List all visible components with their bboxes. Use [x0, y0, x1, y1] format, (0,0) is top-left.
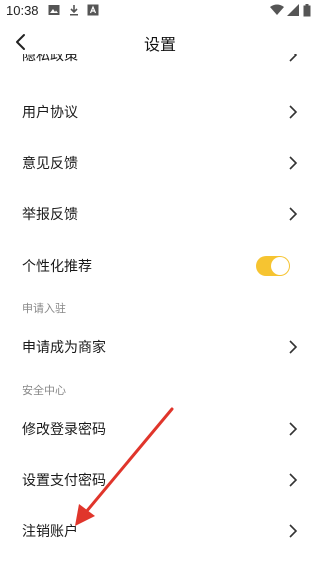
- section-header-security: 安全中心: [22, 384, 66, 397]
- settings-item-personalized: 个性化推荐: [0, 240, 320, 292]
- row-label: 设置支付密码: [22, 473, 106, 489]
- row-label: 举报反馈: [22, 207, 78, 223]
- row-label: 意见反馈: [22, 156, 78, 172]
- chevron-right-icon: [289, 340, 298, 354]
- chevron-right-icon: [289, 156, 298, 170]
- settings-item-feedback[interactable]: 意见反馈: [0, 137, 320, 189]
- wifi-icon: [270, 4, 284, 20]
- status-time: 10:38: [6, 3, 39, 18]
- chevron-right-icon: [289, 524, 298, 538]
- download-icon: [68, 4, 80, 20]
- chevron-right-icon: [289, 473, 298, 487]
- settings-item-delete-account[interactable]: 注销账户: [0, 505, 320, 557]
- status-bar: 10:38: [0, 0, 320, 22]
- section-header-merchant: 申请入驻: [22, 302, 66, 315]
- chevron-right-icon: [289, 105, 298, 119]
- row-label: 用户协议: [22, 105, 78, 121]
- settings-item-user-agreement[interactable]: 用户协议: [0, 86, 320, 138]
- list-item-partial[interactable]: 隐私政策: [0, 54, 320, 74]
- chevron-right-icon: [289, 54, 298, 62]
- settings-item-set-payment-password[interactable]: 设置支付密码: [0, 454, 320, 506]
- row-label: 隐私政策: [22, 54, 78, 64]
- settings-item-change-login-password[interactable]: 修改登录密码: [0, 403, 320, 455]
- signal-icon: [287, 4, 299, 20]
- a-box-icon: [87, 4, 99, 20]
- personalized-toggle[interactable]: [256, 256, 290, 276]
- battery-icon: [303, 4, 311, 21]
- page-title: 设置: [143, 35, 176, 54]
- row-label: 申请成为商家: [22, 340, 106, 356]
- image-icon: [48, 4, 60, 20]
- row-label: 个性化推荐: [22, 259, 92, 275]
- row-label: 注销账户: [22, 524, 78, 540]
- chevron-right-icon: [289, 207, 298, 221]
- settings-item-become-merchant[interactable]: 申请成为商家: [0, 321, 320, 373]
- settings-item-report[interactable]: 举报反馈: [0, 188, 320, 240]
- chevron-right-icon: [289, 422, 298, 436]
- row-label: 修改登录密码: [22, 422, 106, 438]
- toggle-knob: [271, 257, 289, 275]
